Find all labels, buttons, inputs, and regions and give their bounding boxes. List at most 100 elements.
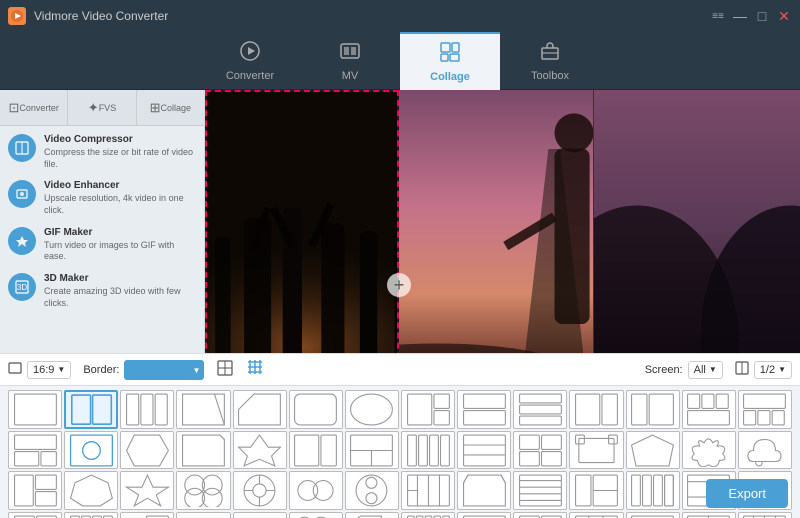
layout-thumb-16[interactable] xyxy=(120,431,174,470)
tab-converter[interactable]: Converter xyxy=(200,32,300,90)
page-nav[interactable]: 1/2 ▼ xyxy=(754,361,792,379)
layout-thumb-37[interactable] xyxy=(513,471,567,510)
tab-mv[interactable]: MV xyxy=(300,32,400,90)
feature-item-3[interactable]: 3D 3D Maker Create amazing 3D video with… xyxy=(8,273,196,309)
lp-collage-icon: ⊞ xyxy=(150,100,161,116)
layout-thumb-47[interactable] xyxy=(289,512,343,518)
feature-desc-2: Turn video or images to GIF with ease. xyxy=(44,240,196,263)
ratio-select[interactable]: 16:9 ▼ xyxy=(27,361,71,379)
layout-thumb-53[interactable] xyxy=(626,512,680,518)
tab-converter-label: Converter xyxy=(226,70,274,82)
feature-icon-1 xyxy=(8,180,36,208)
layout-thumb-21[interactable] xyxy=(401,431,455,470)
border-label: Border: xyxy=(83,364,119,376)
layout-thumb-43[interactable] xyxy=(64,512,118,518)
lp-fvs-label: FVS xyxy=(99,103,117,113)
layout-thumb-28[interactable] xyxy=(8,471,62,510)
layout-thumb-26[interactable] xyxy=(682,431,736,470)
maximize-btn[interactable]: □ xyxy=(754,8,770,24)
layout-thumb-38[interactable] xyxy=(569,471,623,510)
layout-thumb-10[interactable] xyxy=(569,390,623,429)
layout-thumb-36[interactable] xyxy=(457,471,511,510)
lp-tab-fvs[interactable]: ✦ FVS xyxy=(68,90,136,125)
layout-thumb-27[interactable] xyxy=(738,431,792,470)
export-button[interactable]: Export xyxy=(706,479,788,508)
tab-collage[interactable]: Collage xyxy=(400,32,500,90)
layout-thumb-11[interactable] xyxy=(626,390,680,429)
layout-thumb-35[interactable] xyxy=(401,471,455,510)
feature-desc-3: Create amazing 3D video with few clicks. xyxy=(44,286,196,309)
layout-thumb-18[interactable] xyxy=(233,431,287,470)
lp-tab-converter[interactable]: ⊡ Converter xyxy=(0,90,68,125)
layout-thumb-9[interactable] xyxy=(513,390,567,429)
options-bar: 16:9 ▼ Border: ▼ xyxy=(0,354,800,386)
minimize-btn[interactable]: — xyxy=(732,8,748,24)
layout-thumb-7[interactable] xyxy=(401,390,455,429)
layout-thumb-8[interactable] xyxy=(457,390,511,429)
layout-thumb-50[interactable] xyxy=(457,512,511,518)
layout-thumb-34[interactable] xyxy=(345,471,399,510)
layout-thumb-51[interactable] xyxy=(513,512,567,518)
pattern-icon[interactable] xyxy=(246,358,264,381)
layout-thumb-45[interactable] xyxy=(176,512,230,518)
feature-text-3: 3D Maker Create amazing 3D video with fe… xyxy=(44,273,196,309)
lp-converter-label: Converter xyxy=(19,103,59,113)
feature-item-2[interactable]: GIF Maker Turn video or images to GIF wi… xyxy=(8,227,196,263)
layout-thumb-49[interactable] xyxy=(401,512,455,518)
layout-thumb-20[interactable] xyxy=(345,431,399,470)
mv-icon xyxy=(339,40,361,66)
tab-toolbox[interactable]: Toolbox xyxy=(500,32,600,90)
left-panel-tabs: ⊡ Converter ✦ FVS ⊞ Collage xyxy=(0,90,204,126)
page-icon xyxy=(735,361,749,378)
layout-thumb-33[interactable] xyxy=(289,471,343,510)
border-select[interactable]: ▼ xyxy=(124,360,204,380)
layout-thumb-17[interactable] xyxy=(176,431,230,470)
layout-thumb-39[interactable] xyxy=(626,471,680,510)
feature-desc-1: Upscale resolution, 4k video in one clic… xyxy=(44,193,196,216)
layout-thumb-24[interactable] xyxy=(569,431,623,470)
app-title: Vidmore Video Converter xyxy=(34,9,168,23)
layout-thumb-54[interactable] xyxy=(682,512,736,518)
layout-thumb-52[interactable] xyxy=(569,512,623,518)
layout-thumb-1[interactable] xyxy=(64,390,118,429)
layout-thumb-46[interactable] xyxy=(233,512,287,518)
layout-thumb-23[interactable] xyxy=(513,431,567,470)
layout-thumb-48[interactable] xyxy=(345,512,399,518)
close-btn[interactable]: ✕ xyxy=(776,8,792,24)
layout-thumb-12[interactable] xyxy=(682,390,736,429)
layout-thumb-3[interactable] xyxy=(176,390,230,429)
feature-item-1[interactable]: Video Enhancer Upscale resolution, 4k vi… xyxy=(8,180,196,216)
layout-thumb-5[interactable] xyxy=(289,390,343,429)
layout-thumb-15[interactable] xyxy=(64,431,118,470)
collage-right-top[interactable] xyxy=(399,90,593,383)
layout-thumb-44[interactable] xyxy=(120,512,174,518)
extra1-btn[interactable]: ≡≡ xyxy=(710,8,726,24)
layout-thumb-22[interactable] xyxy=(457,431,511,470)
layout-thumb-25[interactable] xyxy=(626,431,680,470)
feature-text-2: GIF Maker Turn video or images to GIF wi… xyxy=(44,227,196,263)
layout-thumb-29[interactable] xyxy=(64,471,118,510)
lp-tab-collage[interactable]: ⊞ Collage xyxy=(137,90,204,125)
layout-thumb-2[interactable] xyxy=(120,390,174,429)
layout-thumb-6[interactable] xyxy=(345,390,399,429)
page-value: 1/2 xyxy=(760,364,775,376)
layout-thumb-30[interactable] xyxy=(120,471,174,510)
lp-fvs-icon: ✦ xyxy=(88,100,99,116)
ratio-value: 16:9 xyxy=(33,364,54,376)
layout-thumb-31[interactable] xyxy=(176,471,230,510)
layout-thumb-0[interactable] xyxy=(8,390,62,429)
screen-select[interactable]: All ▼ xyxy=(688,361,723,379)
swap-icon[interactable] xyxy=(216,359,234,380)
layout-thumb-19[interactable] xyxy=(289,431,343,470)
feature-item-0[interactable]: Video Compressor Compress the size or bi… xyxy=(8,134,196,170)
add-video-btn[interactable]: + xyxy=(387,273,411,297)
layout-thumb-13[interactable] xyxy=(738,390,792,429)
border-chevron: ▼ xyxy=(193,366,201,375)
layout-thumb-14[interactable] xyxy=(8,431,62,470)
layout-grid xyxy=(0,386,800,518)
feature-icon-0 xyxy=(8,134,36,162)
layout-thumb-55[interactable] xyxy=(738,512,792,518)
layout-thumb-32[interactable] xyxy=(233,471,287,510)
layout-thumb-4[interactable] xyxy=(233,390,287,429)
layout-thumb-42[interactable] xyxy=(8,512,62,518)
